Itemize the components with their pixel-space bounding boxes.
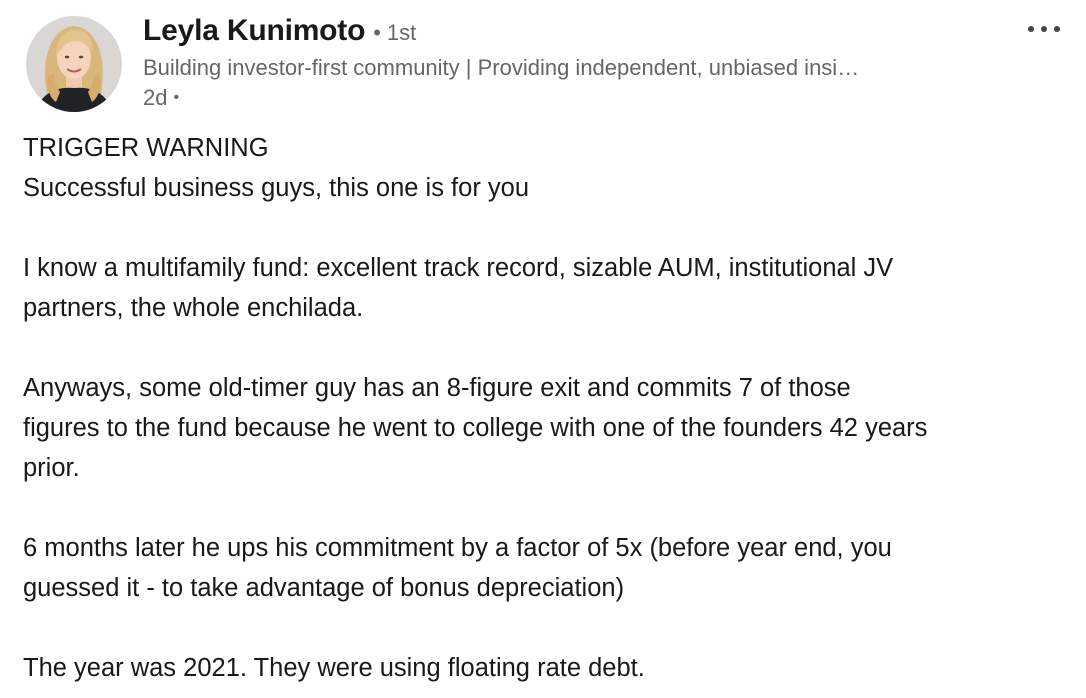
author-avatar[interactable] [26, 16, 122, 112]
post-line: The year was 2021. They were using float… [23, 654, 645, 682]
post-line: TRIGGER WARNING [23, 134, 269, 162]
post-line: prior. [23, 454, 80, 482]
post-line [23, 608, 1073, 648]
more-options-button[interactable] [1024, 18, 1064, 40]
time-separator: • [173, 89, 180, 106]
author-name[interactable]: Leyla Kunimoto [143, 14, 365, 48]
feed-post: Leyla Kunimoto • 1st Building investor-f… [0, 0, 1086, 698]
post-line [23, 328, 1073, 368]
avatar-photo [26, 16, 122, 112]
post-line [23, 488, 1073, 528]
post-meta: 2d • [143, 83, 1003, 113]
post-body: TRIGGER WARNING Successful business guys… [23, 128, 1073, 688]
post-line: I know a multifamily fund: excellent tra… [23, 254, 894, 282]
post-line: partners, the whole enchilada. [23, 294, 364, 322]
post-time: 2d [143, 85, 168, 110]
degree-separator: • [373, 20, 381, 45]
post-line: Anyways, some old-timer guy has an 8-fig… [23, 374, 851, 402]
more-horizontal-icon [1028, 26, 1060, 32]
post-line: guessed it - to take advantage of bonus … [23, 574, 625, 602]
post-line [23, 208, 1073, 248]
connection-degree: 1st [386, 20, 417, 45]
post-header: Leyla Kunimoto • 1st Building investor-f… [143, 14, 1003, 113]
name-row: Leyla Kunimoto • 1st [143, 14, 1003, 52]
post-line: Successful business guys, this one is fo… [23, 174, 530, 202]
post-line: figures to the fund because he went to c… [23, 414, 928, 442]
post-line: 6 months later he ups his commitment by … [23, 534, 892, 562]
author-headline: Building investor-first community | Prov… [143, 55, 860, 80]
